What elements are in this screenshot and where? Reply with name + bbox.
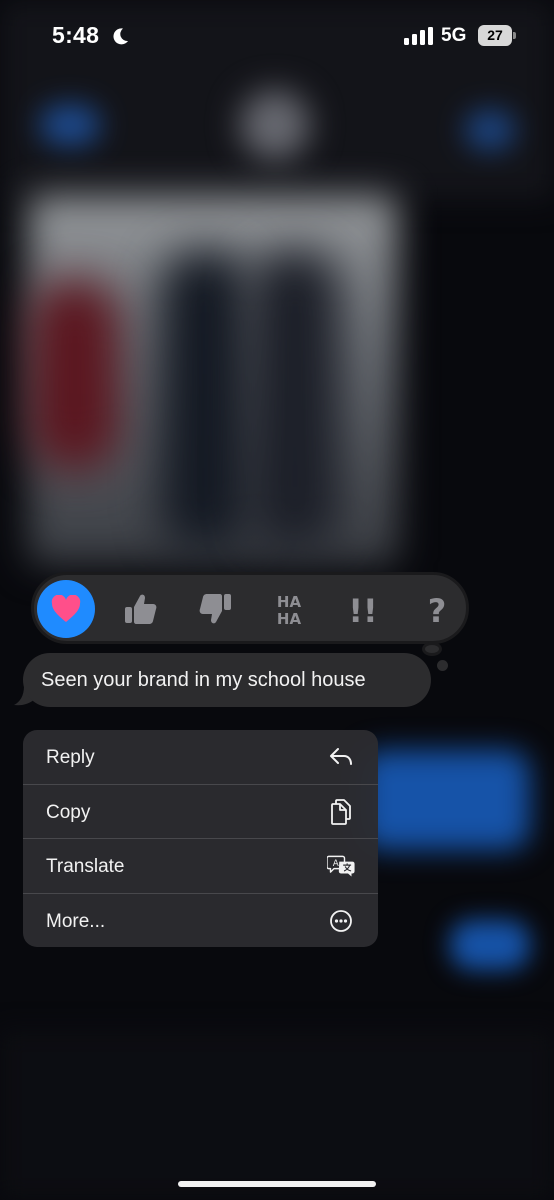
- thumbs-down-icon: [199, 594, 231, 624]
- question-text: ?: [428, 592, 447, 626]
- reaction-question[interactable]: ?: [408, 580, 466, 638]
- reaction-thumbs-down[interactable]: [186, 580, 244, 638]
- exclamation-icon: !!: [348, 592, 377, 626]
- cellular-signal-icon: [404, 27, 433, 45]
- home-indicator[interactable]: [178, 1181, 376, 1187]
- haha-icon: HA HA: [277, 593, 302, 627]
- reaction-thumbs-up[interactable]: [112, 580, 170, 638]
- more-icon: [327, 907, 355, 935]
- menu-item-label: More...: [46, 911, 106, 932]
- battery-icon: 27: [478, 25, 516, 46]
- question-icon: ?: [428, 592, 447, 626]
- menu-item-more[interactable]: More...: [23, 894, 378, 947]
- message-context-menu: Reply Copy Translate A More...: [23, 730, 378, 947]
- heart-icon: [51, 595, 81, 622]
- status-time: 5:48: [52, 22, 100, 48]
- translate-icon: A: [327, 852, 355, 880]
- message-text: Seen your brand in my school house: [41, 669, 366, 691]
- menu-item-label: Reply: [46, 747, 95, 768]
- reply-icon: [327, 743, 355, 771]
- haha-bottom-text: HA: [277, 610, 302, 627]
- battery-nub: [513, 32, 516, 39]
- status-bar: 5:48 5G 27: [0, 0, 554, 72]
- battery-level: 27: [478, 25, 512, 46]
- network-type: 5G: [441, 25, 467, 46]
- thumbs-up-icon: [125, 594, 157, 624]
- reaction-haha[interactable]: HA HA: [260, 580, 318, 638]
- reaction-exclamation[interactable]: !!: [334, 580, 392, 638]
- svg-text:A: A: [333, 859, 339, 869]
- menu-item-reply[interactable]: Reply: [23, 730, 378, 784]
- exclamation-text: !!: [348, 592, 377, 626]
- reaction-bar-tail: [422, 642, 442, 656]
- moon-icon: [113, 28, 128, 45]
- menu-item-label: Copy: [46, 802, 91, 823]
- haha-top-text: HA: [277, 593, 302, 611]
- menu-item-copy[interactable]: Copy: [23, 785, 378, 839]
- reaction-heart[interactable]: [37, 580, 95, 638]
- menu-item-translate[interactable]: Translate A: [23, 839, 378, 893]
- menu-item-label: Translate: [46, 856, 125, 877]
- reaction-bar-tail-dot: [437, 660, 448, 671]
- message-bubble[interactable]: Seen your brand in my school house: [23, 653, 431, 707]
- copy-icon: [327, 798, 355, 826]
- tapback-reaction-bar: HA HA !! ?: [31, 572, 469, 644]
